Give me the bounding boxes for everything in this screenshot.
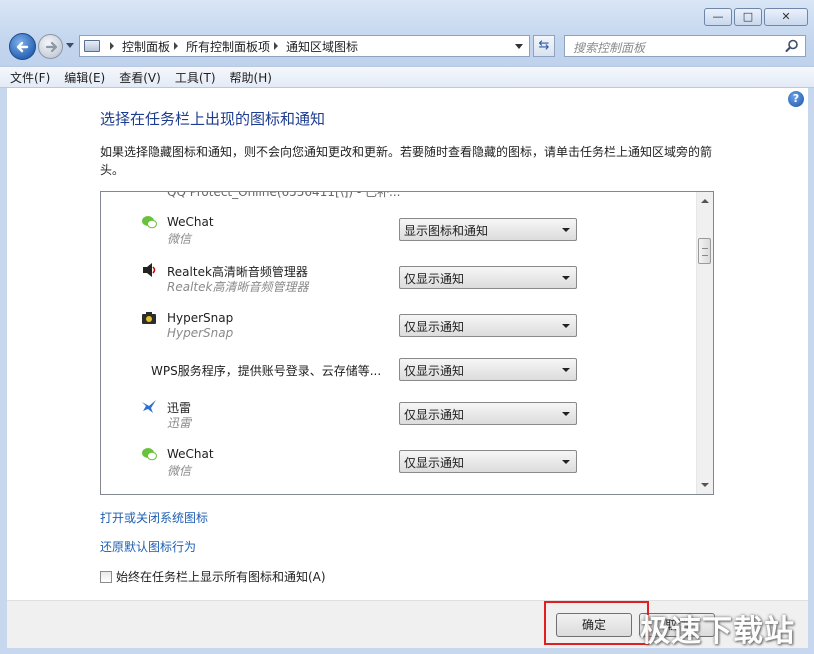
behavior-select[interactable]: 仅显示通知 bbox=[399, 402, 577, 425]
app-subtitle: 迅雷 bbox=[167, 416, 192, 430]
breadcrumb-separator-icon[interactable] bbox=[110, 42, 114, 50]
list-item: 迅雷 迅雷 仅显示通知 bbox=[101, 394, 697, 434]
list-item: WeChat 微信 仅显示通知 bbox=[101, 442, 697, 482]
menu-view[interactable]: 查看(V) bbox=[119, 69, 161, 86]
breadcrumb-separator-icon[interactable] bbox=[174, 42, 179, 50]
thunder-bird-icon bbox=[142, 400, 156, 413]
search-input[interactable]: 搜索控制面板 bbox=[564, 35, 806, 57]
wechat-icon bbox=[142, 216, 157, 229]
breadcrumb-control-panel[interactable]: 控制面板 bbox=[122, 38, 170, 55]
menu-tools[interactable]: 工具(T) bbox=[175, 69, 216, 86]
control-panel-window: — □ ✕ 控制面板 所有控制面板项 通知区域图标 ⇆ 搜索控制面板 文件(F)… bbox=[0, 0, 814, 654]
behavior-select[interactable]: 显示图标和通知 bbox=[399, 218, 577, 241]
computer-icon bbox=[84, 40, 100, 52]
chevron-down-icon bbox=[562, 460, 570, 464]
behavior-select[interactable]: 仅显示通知 bbox=[399, 450, 577, 473]
chevron-down-icon bbox=[562, 368, 570, 372]
back-button[interactable] bbox=[9, 33, 36, 60]
close-button[interactable]: ✕ bbox=[764, 8, 808, 26]
window-chrome: — □ ✕ 控制面板 所有控制面板项 通知区域图标 ⇆ 搜索控制面板 bbox=[0, 0, 814, 66]
caption-buttons: — □ ✕ bbox=[704, 8, 808, 26]
minimize-glyph: — bbox=[712, 10, 724, 23]
list-item: WeChat 微信 显示图标和通知 bbox=[101, 210, 697, 250]
refresh-icon: ⇆ bbox=[538, 38, 550, 53]
behavior-value: 仅显示通知 bbox=[404, 272, 465, 286]
address-dropdown-icon[interactable] bbox=[515, 44, 523, 49]
notification-icons-list[interactable]: QQ Protect_Online(6556411[\]) - 已补... We… bbox=[100, 191, 714, 495]
behavior-value: 仅显示通知 bbox=[404, 408, 465, 422]
app-subtitle: Realtek高清晰音频管理器 bbox=[167, 280, 309, 294]
menu-bar: 文件(F) 编辑(E) 查看(V) 工具(T) 帮助(H) bbox=[0, 66, 814, 88]
behavior-select[interactable]: 仅显示通知 bbox=[399, 314, 577, 337]
chevron-down-icon bbox=[562, 324, 570, 328]
minimize-button[interactable]: — bbox=[704, 8, 732, 26]
always-show-label[interactable]: 始终在任务栏上显示所有图标和通知(A) bbox=[116, 568, 326, 585]
list-item-cut-off: QQ Protect_Online(6556411[\]) - 已补... bbox=[167, 191, 401, 199]
site-watermark: 极速下载站 bbox=[640, 614, 795, 649]
app-name: WeChat bbox=[167, 215, 214, 229]
chevron-down-icon bbox=[562, 276, 570, 280]
restore-default-link[interactable]: 还原默认图标行为 bbox=[100, 538, 196, 555]
app-subtitle: 微信 bbox=[167, 232, 192, 246]
scroll-thumb[interactable] bbox=[698, 238, 711, 264]
always-show-checkbox[interactable] bbox=[100, 570, 112, 583]
chevron-down-icon bbox=[562, 412, 570, 416]
scroll-down-icon[interactable] bbox=[701, 483, 709, 487]
forward-arrow-icon bbox=[45, 41, 58, 53]
grip-icon bbox=[702, 248, 708, 256]
app-name: HyperSnap bbox=[167, 311, 234, 325]
search-icon[interactable] bbox=[784, 38, 800, 54]
system-icons-link[interactable]: 打开或关闭系统图标 bbox=[100, 509, 208, 526]
content-pane: ? 选择在任务栏上出现的图标和通知 如果选择隐藏图标和通知，则不会向您通知更改和… bbox=[7, 88, 808, 600]
speaker-icon bbox=[143, 263, 156, 277]
forward-button[interactable] bbox=[38, 34, 63, 59]
maximize-button[interactable]: □ bbox=[734, 8, 762, 26]
breadcrumb-all-items[interactable]: 所有控制面板项 bbox=[186, 38, 270, 55]
page-description: 如果选择隐藏图标和通知，则不会向您通知更改和更新。若要随时查看隐藏的图标，请单击… bbox=[100, 145, 713, 177]
address-bar[interactable]: 控制面板 所有控制面板项 通知区域图标 bbox=[79, 35, 530, 57]
behavior-select[interactable]: 仅显示通知 bbox=[399, 358, 577, 381]
maximize-glyph: □ bbox=[742, 10, 754, 23]
menu-edit[interactable]: 编辑(E) bbox=[64, 69, 105, 86]
list-item: Realtek高清晰音频管理器 Realtek高清晰音频管理器 仅显示通知 bbox=[101, 258, 697, 298]
app-subtitle: 微信 bbox=[167, 464, 192, 478]
list-item: HyperSnap HyperSnap 仅显示通知 bbox=[101, 306, 697, 346]
recent-pages-dropdown[interactable] bbox=[66, 43, 74, 48]
camera-icon bbox=[142, 312, 156, 324]
help-icon[interactable]: ? bbox=[788, 91, 804, 107]
always-show-option[interactable]: 始终在任务栏上显示所有图标和通知(A) bbox=[100, 568, 326, 585]
list-item: WPS服务程序，提供账号登录、云存储等... 仅显示通知 bbox=[101, 354, 697, 394]
app-name: WeChat bbox=[167, 447, 214, 461]
refresh-button[interactable]: ⇆ bbox=[533, 35, 555, 57]
breadcrumb-separator-icon[interactable] bbox=[274, 42, 279, 50]
app-name: WPS服务程序，提供账号登录、云存储等... bbox=[151, 364, 382, 378]
wechat-icon bbox=[142, 448, 157, 461]
menu-help[interactable]: 帮助(H) bbox=[230, 69, 272, 86]
back-arrow-icon bbox=[16, 41, 29, 53]
app-subtitle: HyperSnap bbox=[167, 326, 234, 340]
behavior-value: 仅显示通知 bbox=[404, 456, 465, 470]
behavior-value: 仅显示通知 bbox=[404, 364, 465, 378]
page-title: 选择在任务栏上出现的图标和通知 bbox=[100, 110, 326, 128]
behavior-select[interactable]: 仅显示通知 bbox=[399, 266, 577, 289]
breadcrumb-notification-icons[interactable]: 通知区域图标 bbox=[286, 38, 358, 55]
menu-file[interactable]: 文件(F) bbox=[10, 69, 50, 86]
search-placeholder: 搜索控制面板 bbox=[573, 41, 646, 55]
scroll-up-icon[interactable] bbox=[701, 199, 709, 203]
behavior-value: 显示图标和通知 bbox=[404, 224, 489, 238]
close-glyph: ✕ bbox=[781, 10, 791, 23]
ok-button-highlight bbox=[544, 601, 649, 645]
behavior-value: 仅显示通知 bbox=[404, 320, 465, 334]
list-scrollbar[interactable] bbox=[696, 192, 713, 494]
chevron-down-icon bbox=[562, 228, 570, 232]
